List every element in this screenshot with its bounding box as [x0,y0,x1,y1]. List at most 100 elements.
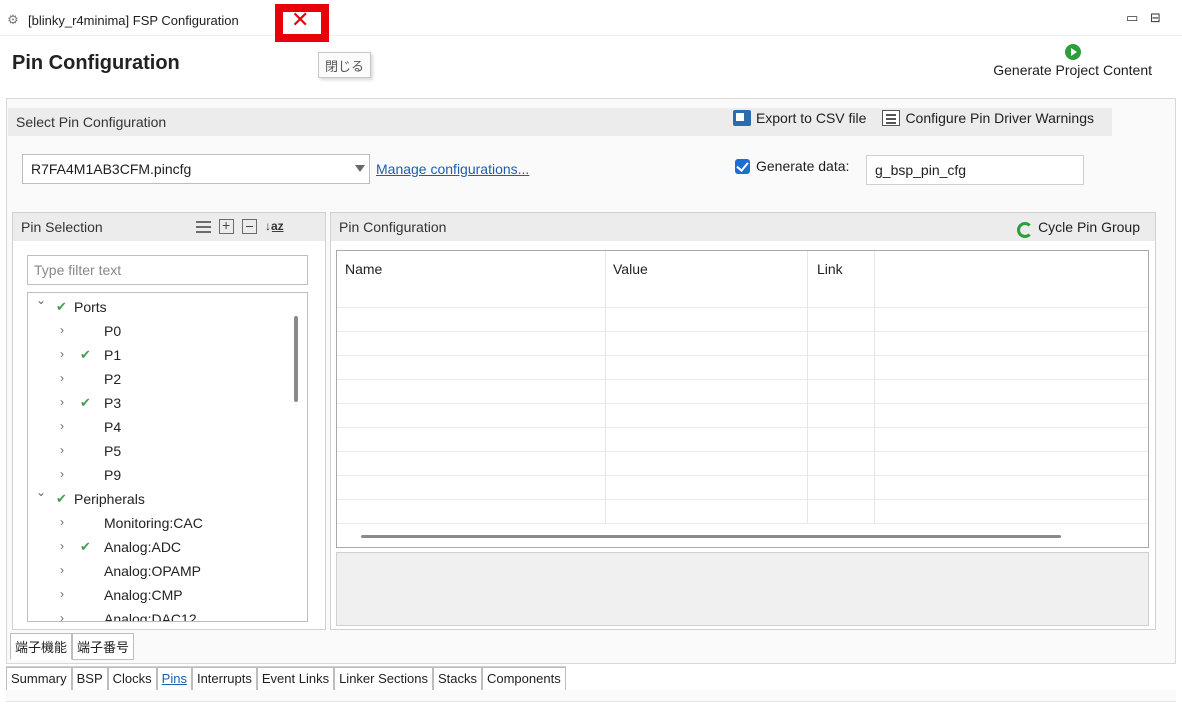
play-icon [1064,44,1081,60]
chevron-right-icon[interactable]: › [60,467,70,481]
editor-page-tabs: Summary BSP Clocks Pins Interrupts Event… [6,666,566,691]
table-row-line [337,523,1148,524]
header-actions: Export to CSV file Configure Pin Driver … [732,110,1094,126]
column-divider [605,251,606,524]
tree-item[interactable]: › ✔ P3 [28,391,298,415]
column-header-value[interactable]: Value [613,261,648,277]
tree-item-label: Peripherals [74,491,145,507]
tree-item-label: Analog:DAC12 [104,611,197,622]
pin-configuration-title: Pin Configuration [339,219,447,235]
tree-item[interactable]: › P0 [28,319,298,343]
column-header-link[interactable]: Link [817,261,843,277]
tree-item[interactable]: ⌄ ✔ Ports [28,293,298,319]
tree-item-label: P4 [104,419,122,435]
cycle-icon [1017,220,1034,238]
tree-item-label: P2 [104,371,122,387]
table-row-line [337,451,1148,452]
tab-linker-sections[interactable]: Linker Sections [334,667,433,691]
export-csv-button[interactable]: Export to CSV file [732,110,866,126]
chevron-right-icon[interactable]: › [60,419,70,433]
tree-item[interactable]: › ✔ P1 [28,343,298,367]
tab-bsp[interactable]: BSP [71,667,108,691]
chevron-right-icon[interactable]: › [60,347,70,361]
subtab-pin-function[interactable]: 端子機能 [10,633,73,660]
tree-item-label: P1 [104,347,122,363]
table-row-line [337,379,1148,380]
tree-item[interactable]: › Monitoring:CAC [28,511,298,535]
table-horizontal-scrollbar[interactable] [361,535,1061,538]
chevron-right-icon[interactable]: › [60,587,70,601]
filter-input[interactable]: Type filter text [27,255,308,285]
tab-interrupts[interactable]: Interrupts [191,667,257,691]
chevron-right-icon[interactable]: › [60,611,70,621]
chevron-right-icon[interactable]: › [60,563,70,577]
check-icon: ✔ [56,299,67,314]
minimize-icon[interactable]: ▭ [1126,10,1138,26]
chevron-right-icon[interactable]: › [60,323,70,337]
table-row-line [337,307,1148,308]
tree-item-label: Monitoring:CAC [104,515,203,531]
tab-clocks[interactable]: Clocks [107,667,157,691]
tree-item[interactable]: › P2 [28,367,298,391]
tree-item-label: P9 [104,467,122,483]
column-divider [807,251,808,524]
chevron-right-icon[interactable]: › [60,515,70,529]
list-view-icon[interactable] [196,219,211,234]
generate-project-content-button[interactable]: Generate Project Content [993,44,1152,78]
table-row-line [337,355,1148,356]
tree-item[interactable]: › P4 [28,415,298,439]
subtab-pin-number[interactable]: 端子番号 [72,633,135,660]
cycle-pin-group-label: Cycle Pin Group [1038,219,1140,235]
tree-item[interactable]: › Analog:CMP [28,583,298,607]
chevron-right-icon[interactable]: › [60,443,70,457]
generate-label: Generate Project Content [993,62,1152,78]
column-divider [874,251,875,524]
pin-config-combo[interactable]: R7FA4M1AB3CFM.pincfg [22,154,370,184]
chevron-right-icon[interactable]: › [60,395,70,409]
tree-scrollbar[interactable] [294,316,298,402]
editor-tab-title: [blinky_r4minima] FSP Configuration [28,12,239,28]
tree-item[interactable]: › P9 [28,463,298,487]
expand-all-icon[interactable] [219,217,234,234]
maximize-icon[interactable]: ⊟ [1150,10,1161,26]
check-icon: ✔ [80,395,91,410]
tree-item[interactable]: ⌄ ✔ Peripherals [28,485,298,511]
tab-summary[interactable]: Summary [6,667,72,691]
tree-item[interactable]: › P5 [28,439,298,463]
pin-view-subtabs: 端子機能 端子番号 [10,633,135,660]
export-csv-icon [732,110,751,126]
close-icon: ✕ [291,8,310,33]
tab-stacks[interactable]: Stacks [432,667,482,691]
tree-item[interactable]: › Analog:OPAMP [28,559,298,583]
sort-az-icon[interactable]: ↓a͟z [265,219,284,234]
configure-warnings-label: Configure Pin Driver Warnings [905,110,1094,126]
pin-config-value: R7FA4M1AB3CFM.pincfg [31,161,192,177]
close-tab-button[interactable]: ✕ [275,4,329,42]
chevron-right-icon[interactable]: › [60,371,70,385]
configure-warnings-button[interactable]: Configure Pin Driver Warnings [882,110,1094,126]
gear-icon: ⚙ [7,12,19,27]
editor-tab-strip: ⚙ [blinky_r4minima] FSP Configuration ▭ … [0,0,1182,36]
tab-event-links[interactable]: Event Links [256,667,335,691]
cycle-pin-group-button[interactable]: Cycle Pin Group [1017,219,1140,238]
tree-item[interactable]: › ✔ Analog:ADC [28,535,298,559]
manage-configurations-link[interactable]: Manage configurations... [376,161,529,177]
generate-data-input[interactable]: g_bsp_pin_cfg [866,155,1084,185]
chevron-down-icon[interactable]: ⌄ [36,485,46,499]
detail-area [336,552,1149,626]
tab-pins[interactable]: Pins [156,667,192,691]
generate-data-checkbox[interactable] [735,158,750,174]
status-strip [6,690,1176,702]
chevron-down-icon[interactable]: ⌄ [36,293,46,307]
dropdown-arrow-icon[interactable] [355,165,365,172]
tree-item[interactable]: › Analog:DAC12 [28,607,298,622]
collapse-all-icon[interactable] [242,219,257,234]
column-header-name[interactable]: Name [345,261,382,277]
editor-tab[interactable]: ⚙ [blinky_r4minima] FSP Configuration [4,6,239,34]
tab-components[interactable]: Components [481,667,566,691]
table-row-line [337,427,1148,428]
tree-item-label: P5 [104,443,122,459]
chevron-right-icon[interactable]: › [60,539,70,553]
tree-item-label: Analog:ADC [104,539,182,555]
tree-item-label: Analog:OPAMP [104,563,202,579]
